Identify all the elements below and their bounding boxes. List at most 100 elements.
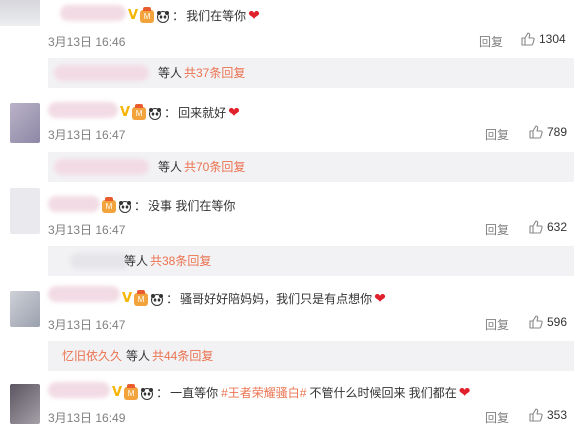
like-count: 1304: [539, 32, 566, 46]
verified-icon: V: [122, 291, 133, 306]
colon: ：: [156, 386, 169, 400]
view-replies-link[interactable]: 共44条回复: [152, 341, 213, 371]
colon: ：: [172, 9, 185, 23]
comment-item: V M ： 一直等你 #王者荣耀骚白# 不管什么时候回来 我们都在 ❤ 3月13…: [0, 372, 582, 436]
comment-timestamp: 3月13日 16:49: [48, 409, 125, 426]
sub-reply-user[interactable]: 忆旧依久久: [62, 341, 122, 371]
comment-time: 16:47: [95, 128, 126, 142]
reply-button[interactable]: 回复: [485, 126, 509, 143]
reply-button[interactable]: 回复: [479, 33, 503, 50]
comment-text: 我们在等你: [186, 9, 247, 23]
level-badge-icon: M: [102, 196, 116, 213]
comment-item: V M ： 回来就好 ❤ 3月13日 16:47 回复 789 等人 共70条回…: [0, 93, 582, 188]
comment-line: V M ： 回来就好 ❤: [120, 103, 240, 121]
level-badge-icon: M: [140, 6, 155, 23]
avatar[interactable]: [10, 291, 40, 327]
comment-item: V M ： 我们在等你 ❤ 3月13日 16:46 回复 1304 等人 共37…: [0, 0, 582, 90]
username[interactable]: [48, 196, 100, 212]
comment-time: 16:47: [95, 223, 126, 237]
sub-reply-prefix: 等人: [124, 254, 149, 268]
comment-item: V M ： 骚哥好好陪妈妈，我们只是有点想你 ❤ 3月13日 16:47 回复 …: [0, 279, 582, 374]
topic-link[interactable]: #王者荣耀骚白#: [221, 385, 306, 401]
panda-icon: [149, 107, 162, 120]
heart-icon: ❤: [374, 291, 386, 307]
comment-line: V M ： 我们在等你 ❤: [128, 6, 260, 24]
username[interactable]: [48, 102, 118, 118]
level-badge-icon: M: [134, 289, 149, 306]
comment-date: 3月13日: [48, 411, 93, 425]
avatar[interactable]: [0, 0, 40, 26]
sub-reply-user[interactable]: [70, 253, 130, 269]
sub-reply-user[interactable]: [54, 65, 149, 81]
like-button[interactable]: 789: [529, 125, 567, 139]
sub-replies[interactable]: 等人 共37条回复: [48, 58, 574, 88]
heart-icon: ❤: [458, 385, 471, 401]
verified-icon: V: [128, 8, 139, 23]
avatar[interactable]: [10, 188, 40, 234]
sub-reply-prefix: 等人: [126, 349, 151, 363]
verified-icon: V: [112, 385, 123, 400]
comment-date: 3月13日: [48, 128, 93, 142]
sub-replies[interactable]: 忆旧依久久 等人 共44条回复: [48, 341, 574, 371]
view-replies-link[interactable]: 共38条回复: [150, 246, 211, 276]
comment-text-start: 一直等你: [170, 386, 219, 400]
like-count: 789: [547, 125, 568, 139]
reply-button[interactable]: 回复: [485, 316, 509, 333]
view-replies-link[interactable]: 共37条回复: [184, 58, 245, 88]
comment-time: 16:49: [95, 411, 126, 425]
like-button[interactable]: 632: [529, 220, 567, 234]
comment-time: 16:46: [95, 35, 126, 49]
username[interactable]: [48, 382, 110, 398]
colon: ：: [166, 292, 179, 306]
comment-timestamp: 3月13日 16:47: [48, 126, 125, 143]
comment-line: V M ： 骚哥好好陪妈妈，我们只是有点想你 ❤: [122, 289, 386, 307]
reply-button[interactable]: 回复: [485, 409, 509, 426]
avatar[interactable]: [10, 103, 40, 143]
view-replies-link[interactable]: 共70条回复: [184, 152, 245, 182]
comment-date: 3月13日: [48, 318, 93, 332]
comment-line: M ： 没事 我们在等你: [102, 196, 236, 214]
verified-icon: V: [120, 105, 131, 120]
comment-timestamp: 3月13日 16:46: [48, 33, 125, 50]
thumbs-up-icon: [529, 125, 543, 139]
avatar[interactable]: [10, 384, 40, 424]
like-button[interactable]: 353: [529, 408, 567, 422]
thumbs-up-icon: [529, 220, 543, 234]
heart-icon: ❤: [228, 105, 240, 121]
comment-timestamp: 3月13日 16:47: [48, 316, 125, 333]
like-button[interactable]: 1304: [521, 32, 566, 46]
comment-text: 回来就好: [178, 106, 227, 120]
sub-reply-user[interactable]: [54, 159, 149, 175]
like-count: 596: [547, 315, 568, 329]
panda-icon: [151, 293, 164, 306]
sub-replies[interactable]: 等人 共70条回复: [48, 152, 574, 182]
comment-text: 没事 我们在等你: [148, 199, 236, 213]
comment-line: V M ： 一直等你 #王者荣耀骚白# 不管什么时候回来 我们都在 ❤: [112, 383, 471, 401]
comment-text-end: 不管什么时候回来 我们都在: [309, 386, 457, 400]
sub-reply-prefix: 等人: [158, 160, 183, 174]
panda-icon: [119, 200, 131, 213]
reply-button[interactable]: 回复: [485, 221, 509, 238]
like-count: 353: [547, 408, 568, 422]
panda-icon: [141, 387, 154, 400]
username[interactable]: [48, 286, 120, 302]
colon: ：: [134, 199, 147, 213]
sub-reply-prefix: 等人: [158, 66, 183, 80]
sub-replies[interactable]: 等人 共38条回复: [48, 246, 574, 276]
heart-icon: ❤: [248, 8, 260, 24]
level-badge-icon: M: [124, 383, 139, 400]
colon: ：: [164, 106, 177, 120]
thumbs-up-icon: [529, 408, 543, 422]
username[interactable]: [60, 5, 126, 21]
comment-date: 3月13日: [48, 223, 93, 237]
like-button[interactable]: 596: [529, 315, 567, 329]
comment-timestamp: 3月13日 16:47: [48, 221, 125, 238]
thumbs-up-icon: [529, 315, 543, 329]
thumbs-up-icon: [521, 32, 535, 46]
level-badge-icon: M: [132, 103, 147, 120]
comment-time: 16:47: [95, 318, 126, 332]
like-count: 632: [547, 220, 568, 234]
comment-text: 骚哥好好陪妈妈，我们只是有点想你: [180, 292, 373, 306]
panda-icon: [157, 10, 170, 23]
comment-date: 3月13日: [48, 35, 93, 49]
